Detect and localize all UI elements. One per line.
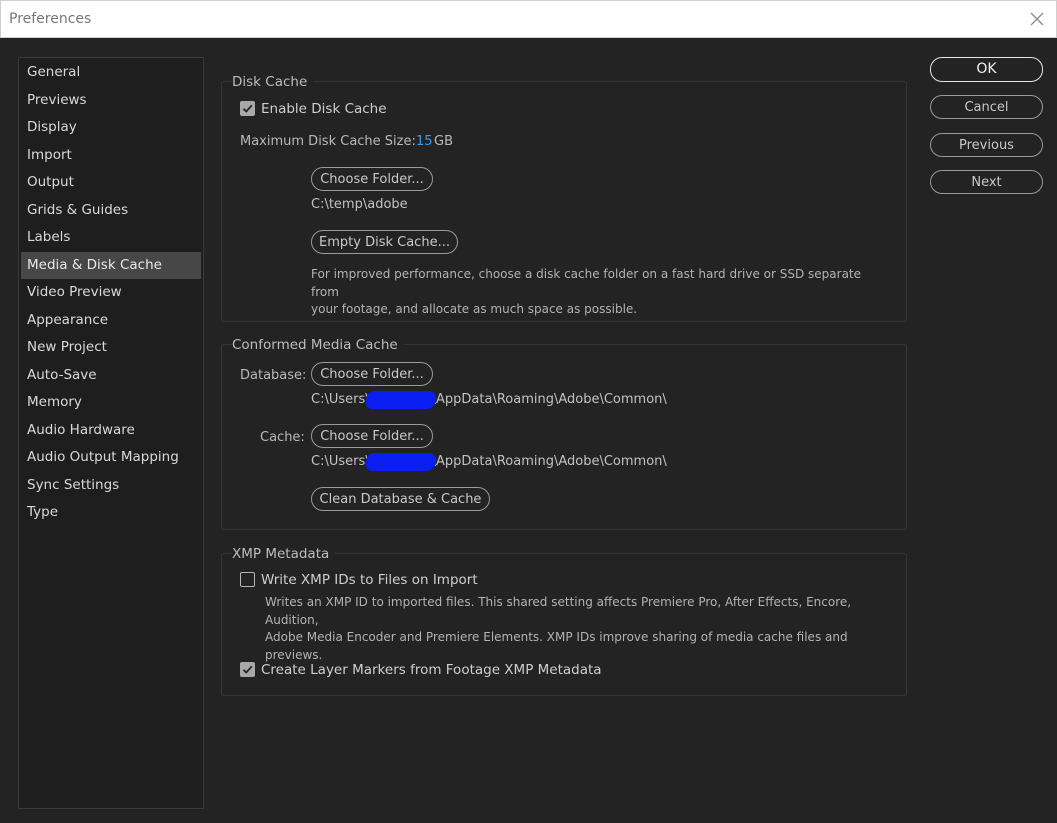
preferences-category-list: General Previews Display Import Output G… — [18, 57, 204, 809]
checkmark-icon — [242, 665, 253, 674]
cache-path-suffix: \AppData\Roaming\Adobe\Common\ — [431, 454, 667, 469]
conformed-media-cache-title: Conformed Media Cache — [232, 337, 404, 353]
write-xmp-ids-label: Write XMP IDs to Files on Import — [261, 572, 478, 588]
xmp-metadata-title: XMP Metadata — [232, 546, 336, 562]
write-xmp-help-line-2: Adobe Media Encoder and Premiere Element… — [265, 630, 848, 662]
sidebar-item-appearance[interactable]: Appearance — [21, 307, 201, 334]
sidebar-item-type[interactable]: Type — [21, 499, 201, 526]
database-path-prefix: C:\Users\ — [311, 392, 370, 407]
disk-cache-help-line-1: For improved performance, choose a disk … — [311, 267, 862, 299]
database-path: C:\Users\ \AppData\Roaming\Adobe\Common\ — [311, 392, 667, 407]
max-disk-cache-size-label: Maximum Disk Cache Size: — [240, 134, 416, 149]
sidebar-item-audio-hardware[interactable]: Audio Hardware — [21, 417, 201, 444]
database-choose-folder-button[interactable]: Choose Folder... — [311, 362, 433, 386]
max-disk-cache-size-unit: GB — [434, 134, 453, 149]
close-icon[interactable] — [1028, 10, 1046, 28]
disk-cache-help-text: For improved performance, choose a disk … — [311, 266, 871, 319]
write-xmp-ids-help-text: Writes an XMP ID to imported files. This… — [265, 594, 895, 664]
sidebar-item-video-preview[interactable]: Video Preview — [21, 279, 201, 306]
disk-cache-folder-path: C:\temp\adobe — [311, 197, 408, 212]
next-button[interactable]: Next — [930, 170, 1043, 194]
redaction-mark — [366, 453, 436, 471]
enable-disk-cache-label: Enable Disk Cache — [261, 101, 387, 117]
disk-cache-title: Disk Cache — [232, 74, 314, 90]
sidebar-item-audio-output-mapping[interactable]: Audio Output Mapping — [21, 444, 201, 471]
sidebar-item-sync-settings[interactable]: Sync Settings — [21, 472, 201, 499]
cache-choose-folder-button[interactable]: Choose Folder... — [311, 424, 433, 448]
sidebar-item-output[interactable]: Output — [21, 169, 201, 196]
checkmark-icon — [242, 104, 253, 113]
ok-button[interactable]: OK — [930, 57, 1043, 82]
max-disk-cache-size-value[interactable]: 15 — [416, 134, 433, 149]
cancel-button[interactable]: Cancel — [930, 95, 1043, 119]
sidebar-item-labels[interactable]: Labels — [21, 224, 201, 251]
sidebar-item-new-project[interactable]: New Project — [21, 334, 201, 361]
database-label: Database: — [240, 368, 307, 383]
cache-label: Cache: — [260, 430, 305, 445]
previous-button[interactable]: Previous — [930, 133, 1043, 157]
title-bar: Preferences — [0, 0, 1057, 38]
sidebar-item-memory[interactable]: Memory — [21, 389, 201, 416]
database-path-suffix: \AppData\Roaming\Adobe\Common\ — [431, 392, 667, 407]
clean-database-cache-button[interactable]: Clean Database & Cache — [311, 487, 490, 511]
create-layer-markers-label: Create Layer Markers from Footage XMP Me… — [261, 662, 602, 678]
sidebar-item-previews[interactable]: Previews — [21, 87, 201, 114]
sidebar-item-media-disk-cache[interactable]: Media & Disk Cache — [21, 252, 201, 279]
disk-cache-help-line-2: your footage, and allocate as much space… — [311, 302, 638, 316]
create-layer-markers-checkbox[interactable] — [240, 662, 255, 677]
cache-path: C:\Users\ \AppData\Roaming\Adobe\Common\ — [311, 454, 667, 469]
enable-disk-cache-checkbox[interactable] — [240, 101, 255, 116]
disk-cache-choose-folder-button[interactable]: Choose Folder... — [311, 167, 433, 191]
cache-path-prefix: C:\Users\ — [311, 454, 370, 469]
write-xmp-ids-checkbox[interactable] — [240, 572, 255, 587]
write-xmp-help-line-1: Writes an XMP ID to imported files. This… — [265, 595, 852, 627]
sidebar-item-grids-guides[interactable]: Grids & Guides — [21, 197, 201, 224]
sidebar-item-auto-save[interactable]: Auto-Save — [21, 362, 201, 389]
sidebar-item-general[interactable]: General — [21, 59, 201, 86]
sidebar-item-import[interactable]: Import — [21, 142, 201, 169]
empty-disk-cache-button[interactable]: Empty Disk Cache... — [311, 230, 458, 254]
redaction-mark — [366, 391, 436, 409]
sidebar-item-display[interactable]: Display — [21, 114, 201, 141]
window-title: Preferences — [9, 11, 92, 27]
